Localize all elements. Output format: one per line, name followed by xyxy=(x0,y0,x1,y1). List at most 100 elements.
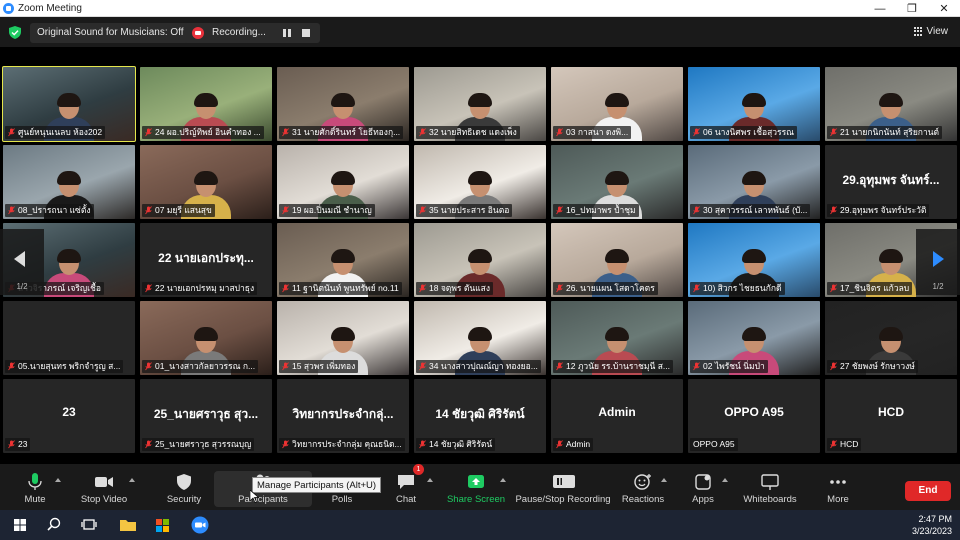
participant-name-label: 31 นายศักดิ์รินทร์ โยธีทองกุ... xyxy=(279,126,404,139)
maximize-button[interactable]: ❐ xyxy=(896,0,928,17)
participant-tile[interactable]: 26. นายแผน โสดาโคตร xyxy=(551,223,683,297)
chevron-left-icon xyxy=(14,251,25,267)
participant-tile[interactable]: 24 ผอ.ปริญ์ทิพย์ อินคำทอง ... xyxy=(140,67,272,141)
participant-name-label: 02 ไพรัชน์ นิ่มป่า xyxy=(690,360,768,373)
zoom-taskbar-icon[interactable] xyxy=(189,515,211,535)
mic-muted-icon xyxy=(145,128,152,137)
participant-tile[interactable]: 19 ผอ.ปิ่นมณี ชำนาญ xyxy=(277,145,409,219)
participant-tile[interactable]: HCD HCD xyxy=(825,379,957,453)
window-title: Zoom Meeting xyxy=(18,2,82,14)
minimize-button[interactable]: — xyxy=(864,0,896,17)
file-explorer-icon[interactable] xyxy=(117,515,139,535)
participant-tile[interactable]: 07 มยุรี แสนสุข xyxy=(140,145,272,219)
participant-name-text: 27 ชัยพงษ์ รักษาวงษ์ xyxy=(840,361,915,371)
chat-button[interactable]: 1 Chat xyxy=(393,464,424,508)
security-label: Security xyxy=(166,494,202,505)
participant-tile[interactable]: 10) สิวกร ไชยธนกักดี xyxy=(688,223,820,297)
participant-tile[interactable]: 01_นางสาวกัลยาวรรณ ก... xyxy=(140,301,272,375)
participant-tile[interactable]: 16_ปทมาพร ป้ำชุม xyxy=(551,145,683,219)
participant-name-display: 23 xyxy=(62,405,76,419)
chat-options-caret[interactable] xyxy=(427,478,433,482)
smiley-icon xyxy=(634,474,651,490)
participant-tile[interactable]: 29.อุทุมพร จันทร์... 29.อุทุมพร จันทร์ประ… xyxy=(825,145,957,219)
participant-tile[interactable]: 12 ภูวนัย รร.บ้านราชมุนี ส... xyxy=(551,301,683,375)
participant-tile[interactable]: OPPO A95 OPPO A95 xyxy=(688,379,820,453)
participant-name-text: 05.นายสุนทร พริกจำรูญ ส... xyxy=(18,361,121,371)
recording-indicator: Recording... xyxy=(184,23,320,43)
next-page-button[interactable]: 1/2 xyxy=(916,229,960,295)
task-view-icon[interactable] xyxy=(78,515,100,535)
close-window-button[interactable]: ✕ xyxy=(928,0,960,17)
participant-tile[interactable]: 15 สุวพร เพิ่มทอง xyxy=(277,301,409,375)
reactions-options-caret[interactable] xyxy=(661,478,667,482)
participant-tile[interactable]: ศูนย์หนุนเนลบ ห้อง202 xyxy=(2,66,136,142)
participant-tile[interactable]: 27 ชัยพงษ์ รักษาวงษ์ xyxy=(825,301,957,375)
share-options-caret[interactable] xyxy=(500,478,506,482)
participant-tile[interactable]: 23 23 xyxy=(3,379,135,453)
chat-unread-badge: 1 xyxy=(413,464,424,475)
mic-muted-icon xyxy=(556,206,563,215)
apps-options-caret[interactable] xyxy=(722,478,728,482)
participant-name-text: 23 xyxy=(18,439,28,449)
participant-tile[interactable]: 31 นายศักดิ์รินทร์ โยธีทองกุ... xyxy=(277,67,409,141)
audio-options-caret[interactable] xyxy=(55,478,61,482)
pause-stop-recording-button[interactable]: Pause/Stop Recording xyxy=(515,468,611,508)
stop-video-button[interactable]: Stop Video xyxy=(78,468,130,508)
participant-name-label: 07 มยุรี แสนสุข xyxy=(142,204,215,217)
system-clock[interactable]: 2:47 PM 3/23/2023 xyxy=(912,513,952,537)
search-icon[interactable] xyxy=(43,515,65,535)
previous-page-button[interactable]: 1/2 xyxy=(0,229,44,295)
participant-tile[interactable]: 30 สุคาวรรณ์ เลาหพันธ์ (บั... xyxy=(688,145,820,219)
mic-muted-icon xyxy=(830,128,837,137)
end-meeting-button[interactable]: End xyxy=(905,481,951,501)
participant-tile[interactable]: 18 จตุพร ตันแสง xyxy=(414,223,546,297)
shield-check-icon[interactable] xyxy=(9,26,21,39)
whiteboards-button[interactable]: Whiteboards xyxy=(742,468,798,508)
participant-tile[interactable]: 11 ฐานิตนันท์ พูนทรัพย์ no.11 xyxy=(277,223,409,297)
participant-tile[interactable]: วิทยากรประจำกลุ่... วิทยากรประจำกลุ่ม คุณ… xyxy=(277,379,409,453)
participant-tile[interactable]: 21 นายกนิกนันท์ สุริยกานต์ xyxy=(825,67,957,141)
participant-tile[interactable]: 06 นางนิศพร เชื้อสุวรรณ xyxy=(688,67,820,141)
view-button[interactable]: View xyxy=(913,26,948,37)
participant-name-label: HCD xyxy=(827,438,862,451)
participant-tile[interactable]: 02 ไพรัชน์ นิ่มป่า xyxy=(688,301,820,375)
mic-muted-icon xyxy=(282,128,289,137)
chevron-right-icon xyxy=(933,251,944,267)
security-button[interactable]: Security xyxy=(164,468,204,508)
participant-tile[interactable]: 34 นางสาวปุณณ์ญา ทองยอ... xyxy=(414,301,546,375)
mic-muted-icon xyxy=(556,128,563,137)
more-button[interactable]: More xyxy=(824,468,852,508)
original-sound-button[interactable]: Original Sound for Musicians: Off xyxy=(30,23,191,43)
participant-name-text: 31 นายศักดิ์รินทร์ โยธีทองกุ... xyxy=(292,127,401,137)
participant-name-label: 05.นายสุนทร พริกจำรูญ ส... xyxy=(5,360,124,373)
pause-recording-icon[interactable] xyxy=(282,28,292,38)
participant-tile[interactable]: 03 กาสนา ดงพิ... xyxy=(551,67,683,141)
participant-name-text: 08_ปรารถนา แซ่ตั้ง xyxy=(18,205,91,215)
participant-tile[interactable]: 22 นายเอกประทุ... 22 นายเอกปรหมุ มาสปาธุง xyxy=(140,223,272,297)
reactions-button[interactable]: Reactions xyxy=(622,468,664,508)
participant-name-text: 16_ปทมาพร ป้ำชุม xyxy=(566,205,636,215)
participant-name-label: 22 นายเอกปรหมุ มาสปาธุง xyxy=(142,282,258,295)
microsoft-store-icon[interactable] xyxy=(152,515,174,535)
participant-tile[interactable]: 05.นายสุนทร พริกจำรูญ ส... xyxy=(3,301,135,375)
pause-stop-recording-label: Pause/Stop Recording xyxy=(515,494,611,505)
participant-tile[interactable]: Admin Admin xyxy=(551,379,683,453)
participant-name-label: OPPO A95 xyxy=(690,438,738,451)
stop-recording-icon[interactable] xyxy=(302,29,310,37)
participant-tile[interactable]: 08_ปรารถนา แซ่ตั้ง xyxy=(3,145,135,219)
participant-name-label: 19 ผอ.ปิ่นมณี ชำนาญ xyxy=(279,204,375,217)
mic-muted-icon xyxy=(145,284,152,293)
participant-tile[interactable]: 32 นายสิทธิเดช แดงเพ็ง xyxy=(414,67,546,141)
participant-name-label: 17_ชินจิตร แก้วลบ xyxy=(827,282,913,295)
participant-name-text: 15 สุวพร เพิ่มทอง xyxy=(292,361,356,371)
participant-tile[interactable]: 35 นายประสาร อินตอ xyxy=(414,145,546,219)
participant-name-label: 10) สิวกร ไชยธนกักดี xyxy=(690,282,785,295)
share-screen-button[interactable]: Share Screen xyxy=(447,468,505,508)
mic-muted-icon xyxy=(693,128,700,137)
participant-tile[interactable]: 25_นายศราวุธ สุว... 25_นายศราวุธ สุวรรณบุ… xyxy=(140,379,272,453)
participant-tile[interactable]: 14 ชัยวุฒิ ศิริรัตน์ 14 ชัยวุฒิ ศิริรัตน์ xyxy=(414,379,546,453)
apps-button[interactable]: Apps xyxy=(689,468,717,508)
mute-button[interactable]: Mute xyxy=(18,468,52,508)
windows-start-icon[interactable] xyxy=(9,515,31,535)
video-options-caret[interactable] xyxy=(129,478,135,482)
